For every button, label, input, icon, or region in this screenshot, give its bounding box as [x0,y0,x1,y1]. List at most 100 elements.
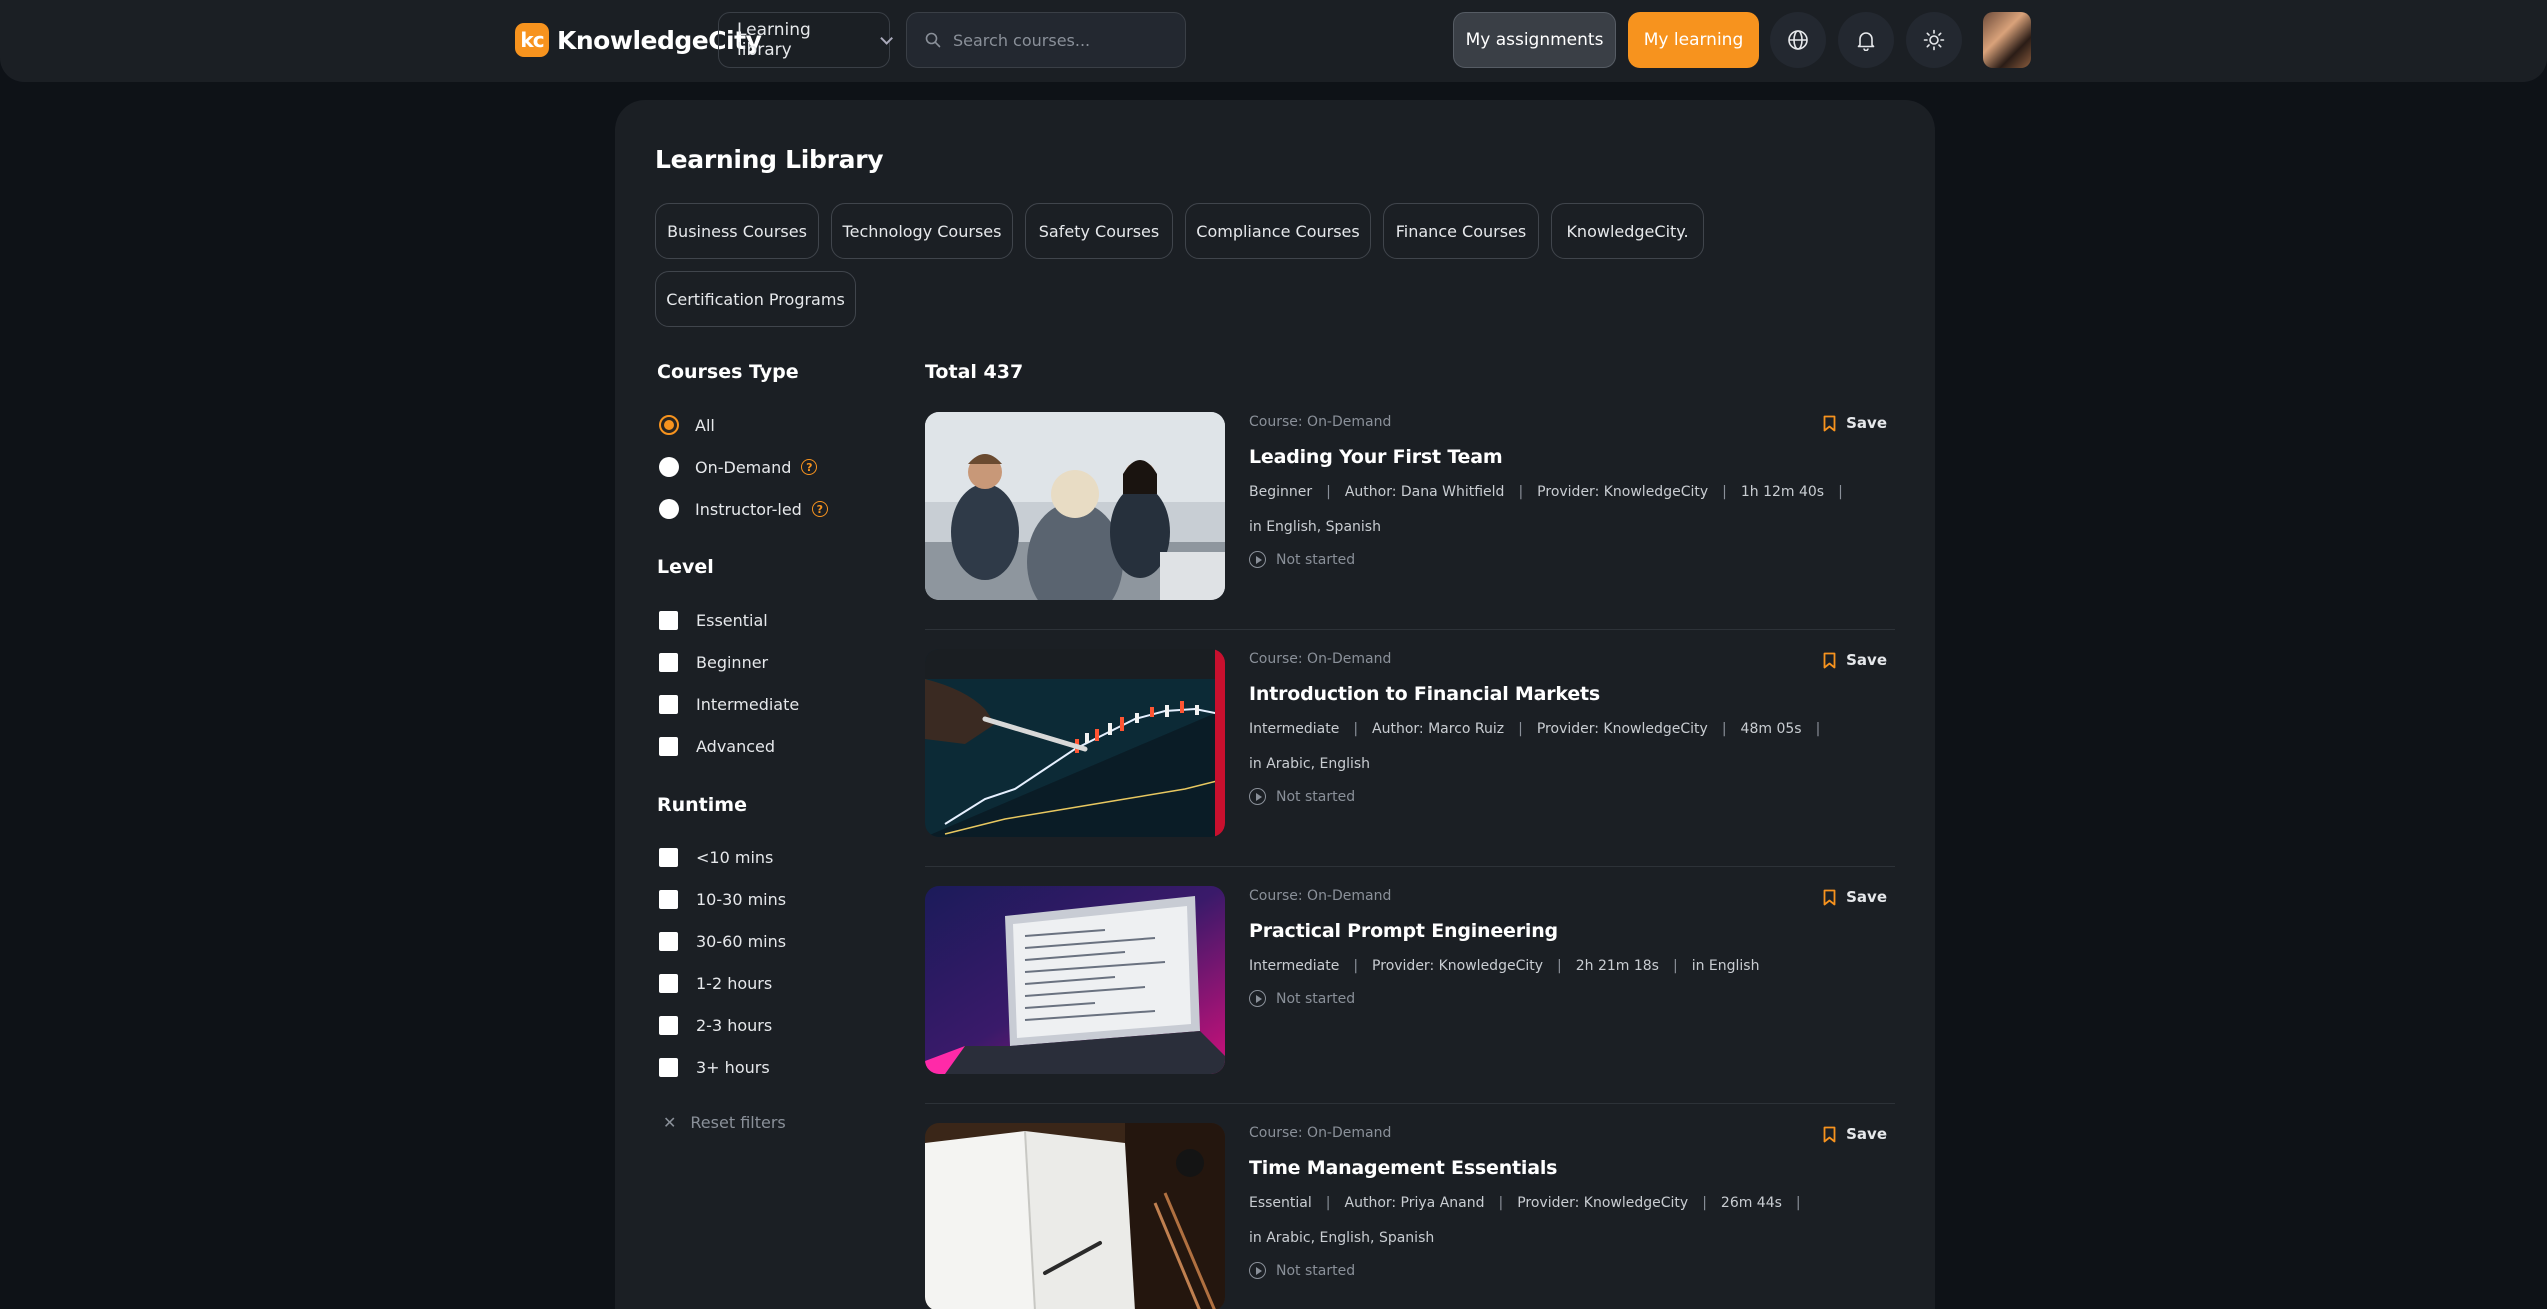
user-avatar[interactable] [1983,12,2031,68]
save-button[interactable]: Save [1823,651,1887,669]
radio-instructor-led[interactable]: Instructor-led ? [659,499,828,519]
course-card[interactable]: Course: On-Demand Leading Your First Tea… [925,412,1895,630]
checkbox-label: 30-60 mins [696,932,787,951]
radio-label: All [695,415,715,435]
checkbox[interactable] [659,737,678,756]
checkbox[interactable] [659,1016,678,1035]
runtime-10-30[interactable]: 10-30 mins [659,890,786,909]
course-thumbnail[interactable] [925,412,1225,600]
course-card[interactable]: Course: On-Demand Introduction to Financ… [925,649,1895,867]
course-status: Not started [1249,788,1355,805]
close-icon: ✕ [663,1113,677,1132]
course-thumbnail[interactable] [925,886,1225,1074]
search-box[interactable] [906,12,1186,68]
category-certification[interactable]: Certification Programs [655,271,856,327]
course-provider: Provider: KnowledgeCity [1537,484,1709,500]
checkbox[interactable] [659,1058,678,1077]
notifications-button[interactable] [1838,12,1894,68]
checkbox[interactable] [659,974,678,993]
checkbox-label: <10 mins [696,848,774,867]
course-title[interactable]: Time Management Essentials [1249,1157,1557,1179]
top-header: kc KnowledgeCity Learning library My ass… [0,0,2547,82]
logo-mark: kc [515,23,549,57]
course-language: in English [1691,958,1760,974]
radio-button[interactable] [659,457,679,477]
runtime-3-plus-hours[interactable]: 3+ hours [659,1058,770,1077]
radio-label: Instructor-led [695,499,802,519]
checkbox[interactable] [659,695,678,714]
search-icon [925,32,941,48]
level-heading: Level [657,556,714,578]
course-title[interactable]: Introduction to Financial Markets [1249,683,1600,705]
category-technology[interactable]: Technology Courses [831,203,1013,259]
checkbox[interactable] [659,653,678,672]
search-input[interactable] [953,30,1153,50]
level-intermediate[interactable]: Intermediate [659,695,799,714]
course-provider: Provider: KnowledgeCity [1372,958,1544,974]
course-author: Author: Priya Anand [1344,1195,1485,1211]
learning-library-dropdown[interactable]: Learning library [718,12,894,68]
globe-icon [1788,30,1808,50]
checkbox[interactable] [659,890,678,909]
course-language: in Arabic, English, Spanish [1249,1230,1435,1246]
level-essential[interactable]: Essential [659,611,768,630]
play-circle-icon [1249,551,1266,568]
checkbox-label: Advanced [696,737,776,756]
radio-button[interactable] [659,415,679,435]
course-level: Intermediate [1249,721,1340,737]
runtime-30-60[interactable]: 30-60 mins [659,932,786,951]
course-card[interactable]: Course: On-Demand Time Management Essent… [925,1123,1895,1309]
course-status-label: Not started [1276,1262,1356,1279]
course-card[interactable]: Course: On-Demand Practical Prompt Engin… [925,886,1895,1104]
save-button[interactable]: Save [1823,414,1887,432]
theme-toggle-button[interactable] [1906,12,1962,68]
course-type: Course: On-Demand [1249,1125,1392,1141]
course-status-label: Not started [1276,551,1356,568]
bookmark-icon [1823,1126,1836,1142]
category-compliance[interactable]: Compliance Courses [1185,203,1371,259]
save-button[interactable]: Save [1823,888,1887,906]
course-provider: Provider: KnowledgeCity [1517,1195,1689,1211]
level-advanced[interactable]: Advanced [659,737,775,756]
checkbox-label: Beginner [696,653,769,672]
help-icon[interactable]: ? [801,459,818,475]
reset-filters-button[interactable]: ✕ Reset filters [663,1113,786,1132]
save-label: Save [1846,1125,1887,1143]
radio-on-demand[interactable]: On-Demand ? [659,457,818,477]
category-finance[interactable]: Finance Courses [1383,203,1539,259]
category-safety[interactable]: Safety Courses [1025,203,1173,259]
save-label: Save [1846,888,1887,906]
reset-filters-label: Reset filters [690,1113,786,1132]
course-level: Essential [1249,1195,1312,1211]
level-beginner[interactable]: Beginner [659,653,768,672]
page-title: Learning Library [655,145,884,174]
checkbox-label: 3+ hours [696,1058,770,1077]
course-author: Author: Dana Whitfield [1344,484,1505,500]
course-language: in English, Spanish [1249,519,1381,535]
bookmark-icon [1823,889,1836,905]
radio-all[interactable]: All [659,415,715,435]
radio-button[interactable] [659,499,679,519]
course-type: Course: On-Demand [1249,651,1392,667]
course-thumbnail[interactable] [925,649,1225,837]
chevron-down-icon [880,31,894,45]
category-business[interactable]: Business Courses [655,203,819,259]
checkbox-label: 2-3 hours [696,1016,773,1035]
course-title[interactable]: Leading Your First Team [1249,446,1503,468]
runtime-2-3-hours[interactable]: 2-3 hours [659,1016,772,1035]
my-learning-button[interactable]: My learning [1628,12,1759,68]
checkbox[interactable] [659,611,678,630]
language-button[interactable] [1770,12,1826,68]
checkbox[interactable] [659,848,678,867]
course-duration: 48m 05s [1740,721,1802,737]
runtime-under-10[interactable]: <10 mins [659,848,773,867]
runtime-1-2-hours[interactable]: 1-2 hours [659,974,772,993]
checkbox[interactable] [659,932,678,951]
category-knowledgecity[interactable]: KnowledgeCity. [1551,203,1704,259]
my-assignments-button[interactable]: My assignments [1453,12,1616,68]
checkbox-label: Intermediate [696,695,800,714]
course-thumbnail[interactable] [925,1123,1225,1309]
save-button[interactable]: Save [1823,1125,1887,1143]
course-title[interactable]: Practical Prompt Engineering [1249,920,1558,942]
help-icon[interactable]: ? [811,501,828,517]
